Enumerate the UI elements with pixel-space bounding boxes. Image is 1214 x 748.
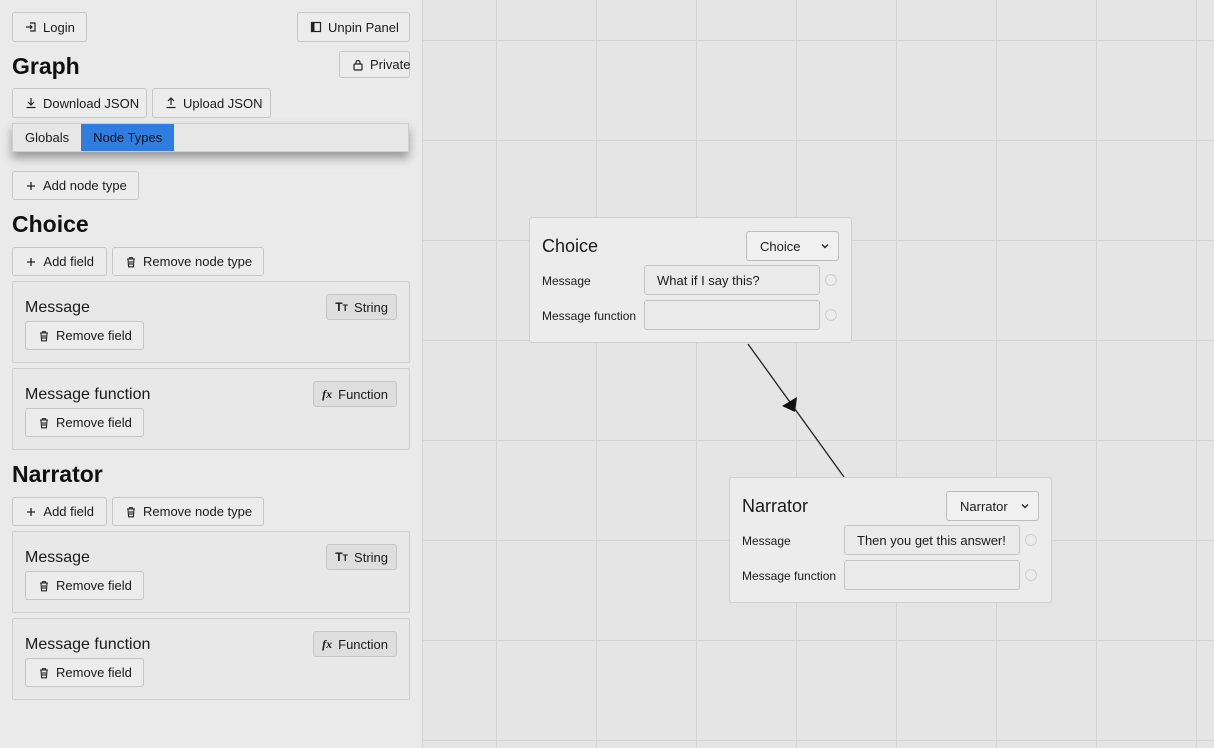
- field-label: Message: [742, 534, 791, 548]
- trash-icon: [125, 505, 137, 518]
- add-field-button[interactable]: Add field: [12, 497, 107, 526]
- field-card: Message TT String Remove field: [12, 281, 410, 363]
- remove-field-button[interactable]: Remove field: [25, 408, 144, 437]
- field-card: Message function fx Function Remove fiel…: [12, 368, 410, 450]
- trash-icon: [125, 255, 137, 268]
- field-type-badge[interactable]: fx Function: [313, 381, 397, 407]
- field-type-label: Function: [338, 386, 388, 402]
- download-icon: [25, 97, 37, 110]
- output-port[interactable]: [1025, 534, 1037, 546]
- side-panel: Login Unpin Panel Graph Private Download…: [0, 0, 423, 748]
- remove-node-type-button[interactable]: Remove node type: [112, 497, 264, 526]
- field-label: Message: [542, 274, 591, 288]
- graph-title: Graph: [12, 53, 80, 79]
- plus-icon: [25, 179, 37, 192]
- field-type-badge[interactable]: fx Function: [313, 631, 397, 657]
- upload-icon: [165, 97, 177, 110]
- node-type-select-value: Choice: [760, 238, 801, 254]
- field-type-badge[interactable]: TT String: [326, 544, 397, 570]
- field-card: Message TT String Remove field: [12, 531, 410, 613]
- field-type-label: Function: [338, 636, 388, 652]
- download-json-label: Download JSON: [43, 95, 140, 111]
- lock-icon: [352, 58, 364, 71]
- private-label: Private: [370, 57, 411, 72]
- function-icon: fx: [322, 386, 333, 401]
- output-port[interactable]: [1025, 569, 1037, 581]
- trash-icon: [38, 416, 50, 429]
- remove-field-label: Remove field: [56, 665, 132, 680]
- plus-icon: [25, 255, 37, 268]
- field-type-label: String: [354, 299, 388, 315]
- remove-field-label: Remove field: [56, 578, 132, 593]
- add-field-button[interactable]: Add field: [12, 247, 107, 276]
- output-port[interactable]: [825, 274, 837, 286]
- field-label: Message function: [542, 309, 637, 323]
- field-name: Message: [25, 299, 90, 316]
- panel-tabs: Globals Node Types: [12, 123, 409, 152]
- node-title: Narrator: [742, 496, 809, 516]
- add-node-type-button[interactable]: Add node type: [12, 171, 139, 200]
- graph-node[interactable]: Narrator Narrator Message Then you get t…: [729, 477, 1052, 603]
- add-field-label: Add field: [43, 504, 94, 519]
- remove-field-button[interactable]: Remove field: [25, 571, 144, 600]
- field-name: Message function: [25, 636, 151, 653]
- remove-field-button[interactable]: Remove field: [25, 321, 144, 350]
- chevron-down-icon: [1021, 504, 1029, 509]
- plus-icon: [25, 505, 37, 518]
- remove-field-button[interactable]: Remove field: [25, 658, 144, 687]
- node-type-title: Choice: [12, 211, 89, 237]
- message-function-input[interactable]: [644, 300, 820, 330]
- login-button[interactable]: Login: [12, 12, 87, 42]
- login-icon: [25, 21, 37, 34]
- add-node-type-label: Add node type: [43, 178, 127, 193]
- message-function-input[interactable]: [844, 560, 1020, 590]
- trash-icon: [38, 579, 50, 592]
- upload-json-label: Upload JSON: [183, 95, 263, 111]
- node-type-select[interactable]: Narrator: [946, 491, 1039, 521]
- login-label: Login: [43, 19, 75, 35]
- add-field-label: Add field: [43, 254, 94, 269]
- private-button[interactable]: Private: [339, 51, 410, 78]
- function-icon: fx: [322, 636, 333, 651]
- text-type-icon: TT: [335, 300, 349, 314]
- chevron-down-icon: [821, 244, 829, 249]
- remove-node-type-label: Remove node type: [143, 504, 253, 519]
- field-type-badge[interactable]: TT String: [326, 294, 397, 320]
- tab-globals[interactable]: Globals: [13, 124, 81, 151]
- remove-node-type-label: Remove node type: [143, 254, 253, 269]
- field-name: Message function: [25, 386, 151, 403]
- remove-field-label: Remove field: [56, 415, 132, 430]
- remove-node-type-button[interactable]: Remove node type: [112, 247, 264, 276]
- node-title: Choice: [542, 236, 599, 256]
- message-input[interactable]: Then you get this answer!: [844, 525, 1020, 555]
- message-input[interactable]: What if I say this?: [644, 265, 820, 295]
- trash-icon: [38, 666, 50, 679]
- node-type-select[interactable]: Choice: [746, 231, 839, 261]
- graph-node[interactable]: Choice Choice Message What if I say this…: [529, 217, 852, 343]
- field-type-label: String: [354, 549, 388, 565]
- field-name: Message: [25, 549, 90, 566]
- field-card: Message function fx Function Remove fiel…: [12, 618, 410, 700]
- text-type-icon: TT: [335, 550, 349, 564]
- field-label: Message function: [742, 569, 837, 583]
- unpin-panel-label: Unpin Panel: [328, 19, 399, 35]
- tab-node-types[interactable]: Node Types: [81, 124, 175, 151]
- graph-canvas[interactable]: [423, 0, 1214, 748]
- panel-icon: [310, 21, 322, 34]
- remove-field-label: Remove field: [56, 328, 132, 343]
- upload-json-button[interactable]: Upload JSON: [152, 88, 271, 118]
- node-type-title: Narrator: [12, 461, 103, 487]
- node-type-select-value: Narrator: [960, 498, 1008, 514]
- output-port[interactable]: [825, 309, 837, 321]
- trash-icon: [38, 329, 50, 342]
- unpin-panel-button[interactable]: Unpin Panel: [297, 12, 410, 42]
- download-json-button[interactable]: Download JSON: [12, 88, 147, 118]
